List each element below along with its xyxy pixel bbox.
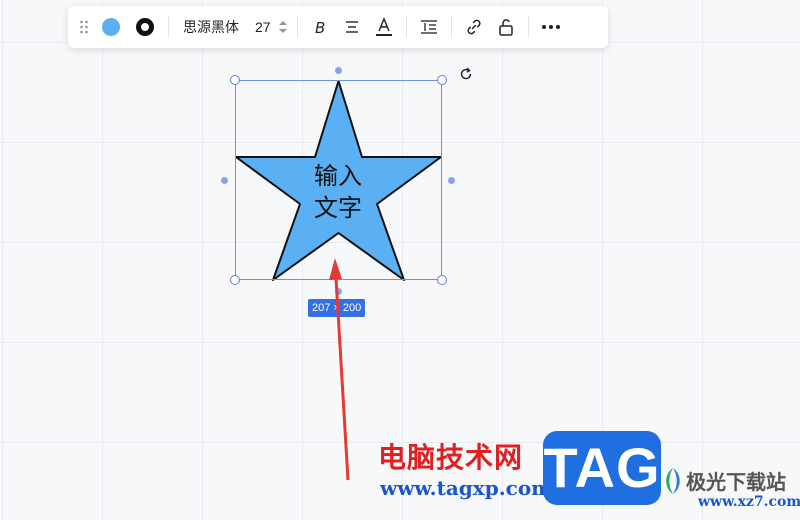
watermark-title: 电脑技术网 (378, 441, 524, 474)
watermark-site-name: 极光下载站 (686, 470, 786, 494)
site-logo-icon (666, 468, 680, 494)
watermark-site-url: www.xz7.com (698, 494, 800, 510)
watermark-tag-logo: TAG (543, 431, 661, 505)
watermark-url: www.tagxp.com (380, 476, 553, 500)
